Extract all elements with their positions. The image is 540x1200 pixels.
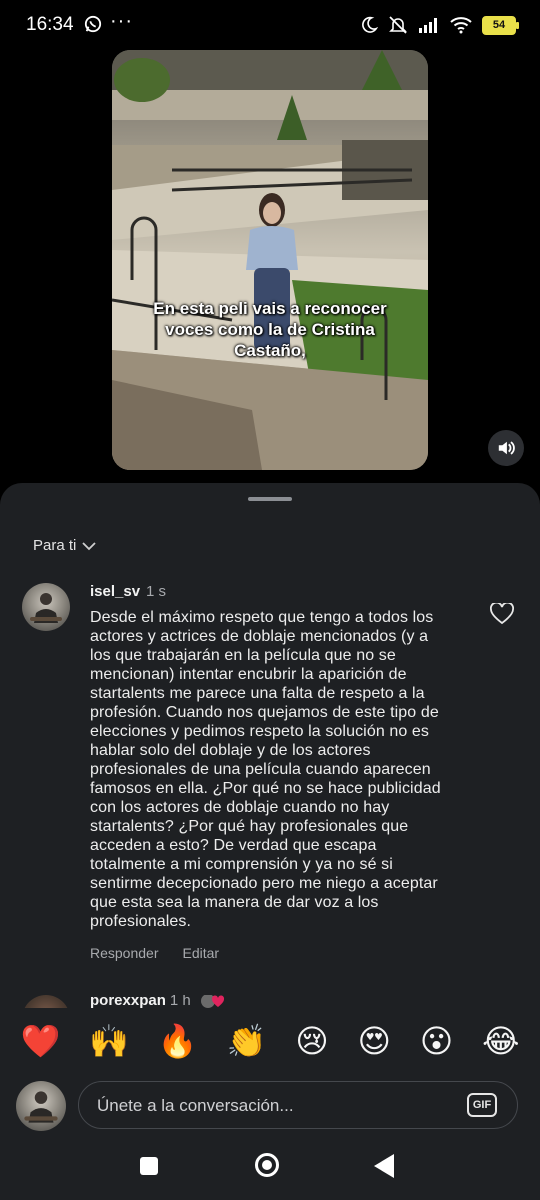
- comment-input-row: Únete a la conversación... GIF: [0, 1074, 540, 1140]
- home-button[interactable]: [255, 1153, 279, 1177]
- back-button[interactable]: [374, 1154, 394, 1178]
- battery-icon: 54: [482, 15, 519, 35]
- creator-liked-icon: [200, 995, 224, 1009]
- emoji-clap[interactable]: 👏: [227, 1025, 267, 1057]
- username-text[interactable]: isel_sv: [90, 583, 140, 600]
- recents-button[interactable]: [140, 1157, 158, 1175]
- my-avatar: [16, 1081, 66, 1131]
- more-notifications-icon: ···: [110, 10, 133, 32]
- comment-time: 1 s: [146, 583, 167, 600]
- filter-label: Para ti: [33, 537, 77, 554]
- moon-icon: [362, 16, 378, 33]
- comment-input[interactable]: Únete a la conversación... GIF: [78, 1081, 518, 1129]
- reply-button[interactable]: Responder: [90, 945, 159, 961]
- comment-text: Desde el máximo respeto que tengo a todo…: [90, 609, 441, 930]
- avatar-image: [24, 1091, 58, 1123]
- video-frame: [112, 50, 428, 470]
- video-player[interactable]: En esta peli vais a reconocer voces como…: [112, 50, 428, 470]
- edit-button[interactable]: Editar: [183, 945, 220, 961]
- battery-level: 54: [492, 19, 506, 31]
- comment-username[interactable]: isel_sv 1 s: [90, 583, 166, 600]
- emoji-crying[interactable]: 😢: [295, 1025, 328, 1057]
- gif-label: GIF: [472, 1099, 492, 1111]
- clock: 16:34: [26, 14, 74, 35]
- emoji-fire[interactable]: 🔥: [158, 1025, 198, 1057]
- video-caption: En esta peli vais a reconocer voces como…: [153, 299, 387, 360]
- sheet-drag-handle[interactable]: [248, 497, 292, 501]
- signal-icon: [419, 18, 437, 33]
- mute-icon: [389, 16, 407, 34]
- comment-actions: Responder Editar: [90, 945, 219, 961]
- avatar[interactable]: [22, 583, 70, 631]
- emoji-heart[interactable]: ❤️: [20, 1025, 60, 1057]
- comment-username[interactable]: porexxpan 1 h: [90, 995, 225, 1009]
- emoji-surprised[interactable]: 😮: [420, 1025, 453, 1057]
- like-heart-icon[interactable]: [490, 603, 514, 625]
- status-icons: 54: [360, 13, 519, 37]
- avatar-image: [30, 593, 62, 623]
- username-text[interactable]: porexxpan: [90, 995, 166, 1009]
- gif-button[interactable]: GIF: [467, 1093, 497, 1117]
- comment-input-placeholder: Únete a la conversación...: [97, 1096, 294, 1115]
- emoji-raised-hands[interactable]: 🙌: [89, 1025, 129, 1057]
- wifi-icon: [450, 17, 472, 34]
- status-bar: 16:34 ··· 54: [0, 0, 540, 50]
- sound-toggle-button[interactable]: [488, 430, 524, 466]
- whatsapp-icon: [84, 15, 102, 33]
- system-nav-bar: [0, 1140, 540, 1200]
- chevron-down-icon: [82, 541, 96, 550]
- emoji-laughing[interactable]: 😂: [482, 1025, 519, 1057]
- emoji-quick-reactions: ❤️ 🙌 🔥 👏 😢 😍 😮 😂: [0, 1008, 540, 1074]
- volume-icon: [498, 441, 515, 455]
- comment-filter-dropdown[interactable]: Para ti: [33, 537, 96, 554]
- comment-time: 1 h: [169, 995, 191, 1009]
- emoji-heart-eyes[interactable]: 😍: [358, 1025, 391, 1057]
